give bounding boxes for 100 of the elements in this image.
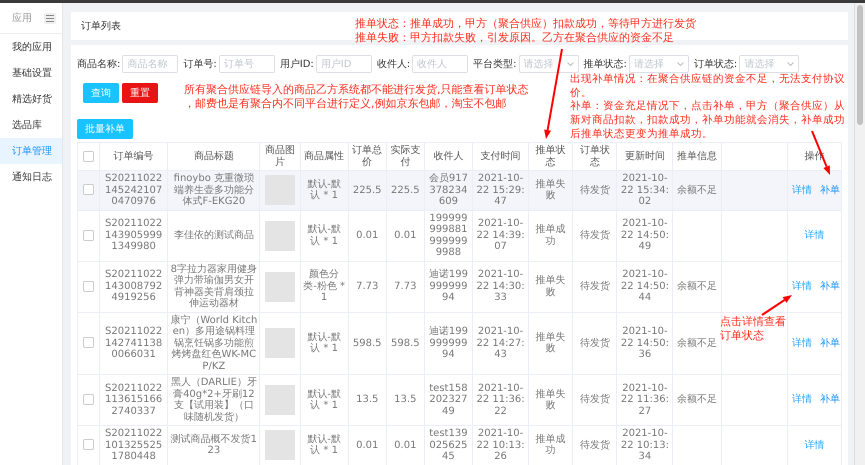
filter-label: 订单状态: [694, 58, 738, 71]
select-field[interactable]: 请选择 [628, 55, 689, 73]
table-cell: 推单成功 [536, 224, 566, 246]
table-cell: 7.73 [356, 280, 378, 292]
table-cell: 2021-10-22 10:13:26 [476, 428, 525, 462]
table-cell: 2021-10-22 14:39:07 [476, 218, 525, 252]
table-cell: 推单失败 [536, 275, 566, 298]
table-cell: 598.5 [390, 338, 420, 348]
reissue-link[interactable]: 补单 [820, 394, 840, 406]
table-cell: 默认-默认 * 1 [307, 224, 341, 246]
select-field[interactable]: 请选择 [739, 55, 800, 73]
checkbox[interactable] [83, 337, 94, 348]
table-cell: S202110221430087924919256 [105, 269, 162, 304]
table-cell: S202110221136151662740337 [105, 382, 162, 417]
table-cell: 待发货 [580, 338, 610, 348]
chevron-down-icon [566, 62, 574, 66]
page-title: 订单列表 [81, 20, 121, 33]
sidebar-item[interactable]: 我的应用 [0, 34, 62, 60]
table-cell: 颜色分类-粉色 * 1 [303, 269, 345, 304]
table-cell: S202110221439059991349980 [105, 218, 162, 252]
sidebar-item[interactable]: 基础设置 [0, 60, 62, 86]
annotation-note: 点击详情查看订单状态 [720, 315, 786, 344]
checkbox[interactable] [83, 230, 94, 241]
table-cell: 0.01 [356, 230, 378, 241]
sidebar-item[interactable]: 订单管理 [0, 138, 62, 164]
table-cell: 2021-10-22 15:34:02 [620, 173, 669, 207]
checkbox[interactable] [83, 184, 94, 196]
table-cell: 余额不足 [677, 394, 718, 406]
table-cell: 默认-默认 * 1 [307, 388, 341, 411]
table-cell: finoybo 克重微琐端养生壶多功能分体式F-EKG20 [174, 173, 254, 207]
annotation-note: 推单失败：甲方扣款失败，引发原因。乙方在聚合供应的资金不足 [355, 31, 674, 46]
table-cell: 2021-10-22 11:36:27 [620, 382, 669, 417]
photo-placeholder [265, 220, 295, 250]
detail-link[interactable]: 详情 [804, 440, 824, 450]
table-cell: S202110221013255251780448 [105, 428, 162, 462]
table-cell: 2021-10-22 14:50:49 [620, 218, 669, 252]
detail-link[interactable]: 详情 [792, 394, 812, 406]
table-cell: 1999999998819999999988 [429, 212, 468, 258]
sidebar-item[interactable]: 选品库 [0, 112, 62, 138]
annotation-note: ，邮费也是有聚合内不同平台进行定义,例如京东包邮，淘宝不包邮 [184, 97, 506, 112]
detail-link[interactable]: 详情 [792, 338, 812, 348]
table-cell: 2021-10-22 14:50:44 [620, 269, 669, 304]
table-cell: 推单失败 [536, 178, 566, 202]
input-field[interactable]: 用户ID [316, 55, 372, 73]
reissue-link[interactable]: 补单 [820, 184, 840, 196]
photo-placeholder [265, 272, 295, 302]
reissue-link[interactable]: 补单 [820, 338, 840, 348]
annotation-note: 出现补单情况：在聚合供应链的资金不足，无法支付协议价。 [570, 73, 846, 100]
table-cell: 迪诺19999999994 [428, 326, 468, 360]
input-field[interactable]: 商品名称 [122, 55, 178, 73]
reset-button[interactable]: 重置 [122, 83, 158, 103]
sidebar-item[interactable]: 精选好货 [0, 86, 62, 112]
table-cell: 8字拉力器家用健身弹力带瑜伽男女开背神器美背肩颈拉伸运动器材 [170, 264, 258, 309]
filter-label: 收件人: [376, 58, 410, 71]
scrollbar[interactable] [854, 3, 865, 465]
filter-label: 平台类型: [473, 58, 517, 71]
checkbox[interactable] [83, 280, 94, 292]
batch-button[interactable]: 批量补单 [77, 119, 133, 139]
table-cell: 0.01 [356, 440, 378, 450]
table-cell: 2021-10-22 14:30:33 [476, 269, 525, 304]
filter-label: 订单号: [183, 58, 217, 71]
detail-link[interactable]: 详情 [804, 230, 824, 241]
table-cell: 2021-10-22 14:27:43 [476, 326, 525, 360]
table-cell: 13.5 [356, 394, 378, 406]
table-cell: 余额不足 [677, 338, 718, 348]
filter-label: 用户ID: [280, 58, 314, 71]
table-cell: 默认-默认 * 1 [307, 434, 341, 456]
input-field[interactable]: 收件人 [412, 55, 468, 73]
table-cell: test13902562545 [429, 428, 468, 462]
annotation-note: 补单：资金充足情况下，点击补单，甲方（聚合供应）从新对商品扣款，扣款成功，补单功能就会消失，补单成功后推单状态更变为推单成功。 [570, 100, 846, 142]
detail-link[interactable]: 详情 [792, 280, 812, 292]
table-cell: 推单成功 [536, 434, 566, 456]
checkbox[interactable] [83, 394, 94, 406]
search-button[interactable]: 查询 [83, 83, 119, 103]
table-cell: 待发货 [580, 230, 610, 241]
table-cell: 待发货 [580, 280, 610, 292]
chevron-down-icon [676, 62, 684, 66]
checkbox[interactable] [83, 439, 94, 450]
table-cell: 待发货 [580, 394, 610, 406]
sidebar-item[interactable]: 通知日志 [0, 164, 62, 190]
filter-label: 商品名称: [77, 58, 120, 71]
table-cell: 13.5 [394, 394, 416, 406]
select-field[interactable]: 请选择 [518, 55, 579, 73]
table-cell: 黑人（DARLIE）牙膏40g*2+牙刷12支【试用装】（口味随机发货） [170, 377, 257, 422]
table-cell: 推单失败 [536, 332, 566, 354]
menu-icon[interactable] [44, 12, 56, 24]
table-cell: 0.01 [394, 440, 416, 450]
table-cell: 会员917378234609 [428, 173, 468, 207]
table-cell: test15820232749 [429, 382, 468, 417]
checkbox[interactable] [83, 150, 94, 162]
annotation-note: 所有聚合供应链导入的商品乙方系统都不能进行发货,只能查看订单状态 [184, 83, 528, 98]
table-cell: S202110221427411380066031 [105, 326, 162, 360]
input-field[interactable]: 订单号 [218, 55, 275, 73]
table-cell: 推单失败 [536, 388, 566, 411]
photo-placeholder [265, 430, 295, 460]
table-cell: 待发货 [580, 440, 610, 450]
detail-link[interactable]: 详情 [792, 184, 812, 196]
reissue-link[interactable]: 补单 [820, 280, 840, 292]
table-cell: 默认-默认 * 1 [307, 332, 341, 354]
table-cell: 225.5 [390, 184, 420, 196]
